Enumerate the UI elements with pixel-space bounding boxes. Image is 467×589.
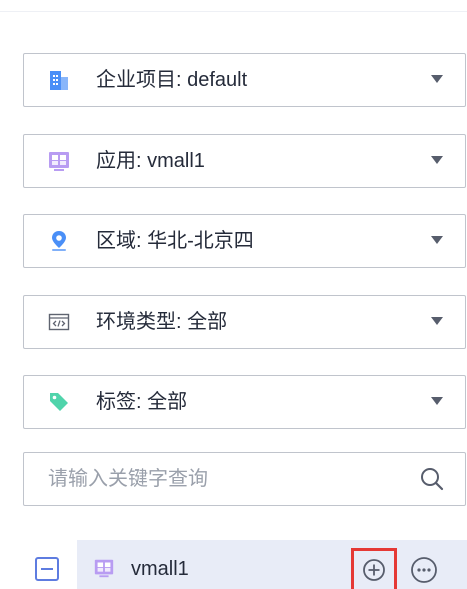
add-button[interactable] [351,548,397,589]
search-input[interactable] [24,453,404,505]
enterprise-project-select[interactable]: 企业项目: default [23,53,466,107]
region-text: 区域: 华北-北京四 [96,230,254,252]
application-text: 应用: vmall1 [96,150,205,172]
more-circle-icon[interactable] [409,555,439,585]
tag-icon [50,393,68,411]
chevron-down-icon [431,397,443,405]
search-icon[interactable] [419,466,445,492]
chevron-down-icon [431,156,443,164]
code-window-icon [48,313,70,331]
tree-node-label: vmall1 [131,558,189,580]
enterprise-project-text: 企业项目: default [96,69,248,91]
enterprise-building-icon [50,71,68,90]
tags-text: 标签: 全部 [96,391,188,413]
environment-type-select[interactable]: 环境类型: 全部 [23,295,466,349]
minus-square-icon[interactable] [34,556,60,582]
environment-type-text: 环境类型: 全部 [96,311,228,333]
region-select[interactable]: 区域: 华北-北京四 [23,214,466,268]
chevron-down-icon [431,75,443,83]
plus-circle-icon [363,559,385,581]
search-box [23,452,466,506]
top-divider [0,11,467,12]
application-icon [94,559,114,578]
application-select[interactable]: 应用: vmall1 [23,134,466,188]
chevron-down-icon [431,236,443,244]
tags-select[interactable]: 标签: 全部 [23,375,466,429]
application-icon [49,152,69,171]
chevron-down-icon [431,317,443,325]
location-pin-icon [52,231,66,251]
